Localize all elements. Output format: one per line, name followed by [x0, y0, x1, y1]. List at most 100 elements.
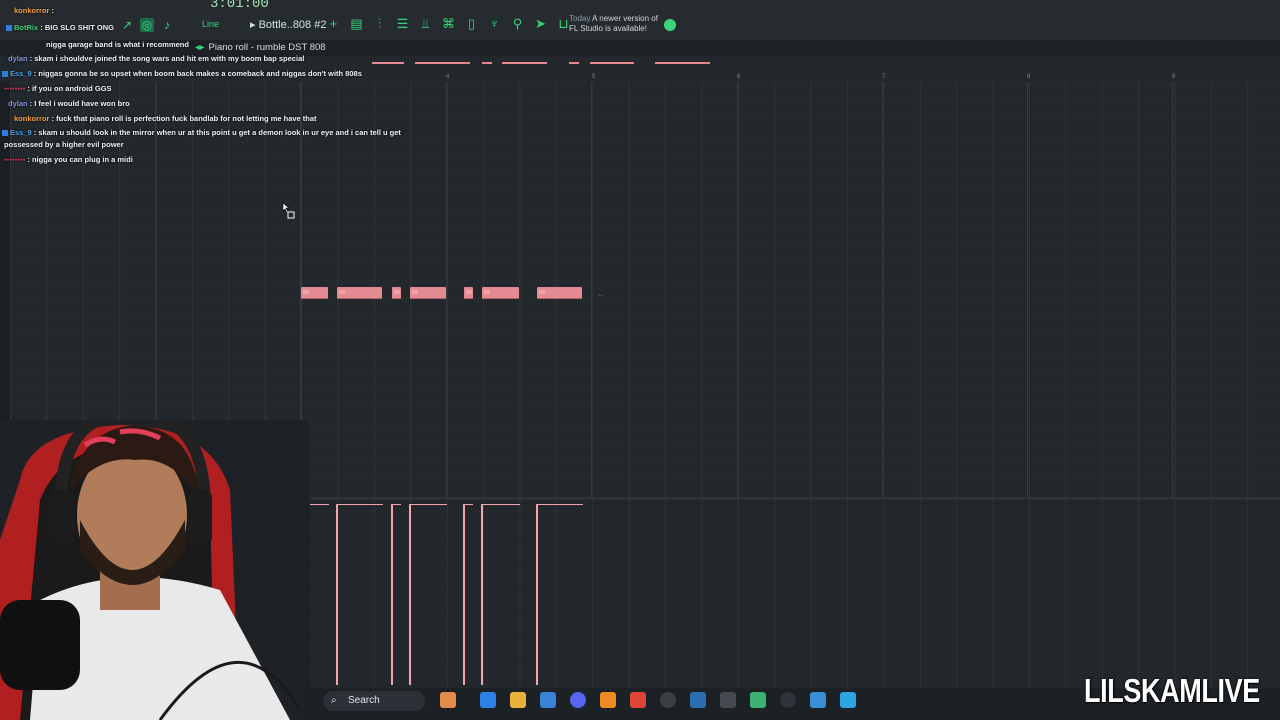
channel-rack-icon[interactable]: ☰ — [395, 16, 410, 31]
link-icon[interactable]: ↗ — [120, 18, 134, 32]
widgets-icon[interactable] — [440, 692, 456, 708]
note[interactable] — [392, 287, 401, 299]
note[interactable] — [410, 287, 446, 299]
note[interactable] — [482, 287, 519, 299]
velocity-bar[interactable] — [391, 504, 401, 685]
chat-text: fuck that piano roll is perfection fuck … — [56, 114, 317, 123]
ruler-marker — [482, 62, 492, 64]
chat-username: dylan — [8, 54, 28, 63]
snap-mode-line[interactable]: Line — [202, 19, 219, 29]
ruler-marker — [372, 62, 404, 64]
plus-icon[interactable]: + — [326, 16, 341, 31]
ghost-note-icon: ⇔ — [597, 290, 605, 299]
bar-number: 7 — [882, 74, 886, 80]
webcam-overlay — [0, 420, 310, 720]
chat-text: possessed by a higher evil power — [4, 140, 124, 149]
piano-roll-title[interactable]: ◂▸ Piano roll - rumble DST 808 — [195, 42, 326, 53]
chat-message: Ess_9 : skam u should look in the mirror… — [2, 128, 401, 138]
fl-studio-icon[interactable] — [600, 692, 616, 708]
pattern-selector[interactable]: ▸ Bottle..808 #2 — [250, 18, 326, 31]
taskbar-search[interactable]: ⌕ Search — [323, 691, 425, 711]
chat-username: Ess_9 — [10, 128, 32, 137]
update-msg-1: A newer version of — [592, 14, 658, 23]
chat-text: niggas gonna be so upset when boom back … — [38, 69, 362, 78]
ruler-marker — [655, 62, 710, 64]
plugin-icon[interactable]: ♆ — [487, 16, 502, 31]
chat-text: I feel i would have won bro — [34, 99, 130, 108]
chat-message: konkorror : — [14, 6, 55, 15]
app-icon[interactable] — [840, 692, 856, 708]
copilot-icon[interactable] — [480, 692, 496, 708]
sub-badge-icon — [2, 71, 8, 78]
sub-badge-icon — [2, 130, 8, 137]
streamer-watermark: LILSKAMLIVE — [1084, 672, 1260, 709]
file-explorer-icon[interactable] — [510, 692, 526, 708]
chat-text: skam i shouldve joined the song wars and… — [34, 54, 305, 63]
pattern-name: Bottle..808 #2 — [258, 19, 327, 31]
chat-message: possessed by a higher evil power — [4, 140, 124, 150]
velocity-bar[interactable] — [409, 504, 447, 685]
velocity-bar[interactable] — [463, 504, 473, 685]
ruler-marker — [415, 62, 470, 64]
note[interactable] — [337, 287, 382, 299]
chat-username: BotRix — [14, 23, 39, 32]
window-arrow-icon: ◂▸ — [195, 42, 205, 53]
bar-number: 8 — [1027, 74, 1031, 80]
update-today: Today — [569, 14, 591, 23]
velocity-bar[interactable] — [536, 504, 583, 685]
chat-text: nigga garage band is what i recommend — [46, 40, 189, 49]
streamer-webcam-image — [0, 420, 310, 720]
fader-icon[interactable]: ⫫ — [418, 16, 433, 31]
ruler-marker — [569, 62, 579, 64]
search-label: Search — [348, 695, 380, 706]
chat-message: ▪▪▪▪▪▪▪▪ : if you on android GGS — [4, 84, 112, 93]
chat-username: ▪▪▪▪▪▪▪▪ — [4, 84, 26, 93]
note[interactable] — [464, 287, 473, 299]
update-notification[interactable]: Today A newer version of FL Studio is av… — [569, 14, 658, 34]
chat-username: dylan — [8, 99, 28, 108]
note[interactable] — [537, 287, 582, 299]
chat-message: BotRix : BIG SLG SHIT ONG — [6, 23, 114, 33]
tree-icon[interactable]: ⌘ — [441, 16, 456, 31]
bar-number: 4 — [446, 74, 450, 80]
ruler-marker — [502, 62, 547, 64]
song-time-display: 3:01:00 — [210, 0, 269, 12]
steam-icon[interactable] — [690, 692, 706, 708]
app-icon[interactable] — [750, 692, 766, 708]
bell-icon[interactable]: ♪ — [160, 18, 174, 32]
discord-icon[interactable] — [570, 692, 586, 708]
chat-username: ▪▪▪▪▪▪▪▪ — [4, 155, 26, 164]
chat-message: nigga garage band is what i recommend — [46, 40, 189, 50]
bar-number: 6 — [737, 74, 741, 80]
fl-toolbar: 3:01:00 ↗ ◎ ♪ Line ▸ Bottle..808 #2 + ▤ … — [0, 0, 1280, 40]
app-icon[interactable] — [720, 692, 736, 708]
magnet-icon[interactable]: ◎ — [140, 18, 154, 32]
obs-icon[interactable] — [660, 692, 676, 708]
4k-icon[interactable] — [780, 692, 796, 708]
tool-icons: + ▤ ⫶ ☰ ⫫ ⌘ ▯ ♆ ⚲ ➤ ⊔ — [326, 16, 571, 31]
arrow-icon[interactable]: ➤ — [533, 16, 548, 31]
chat-message: konkorror : fuck that piano roll is perf… — [14, 114, 317, 123]
note[interactable] — [301, 287, 328, 299]
chat-message: dylan : I feel i would have won bro — [8, 99, 130, 108]
store-icon[interactable] — [540, 692, 556, 708]
mixer-icon[interactable]: ⫶ — [372, 16, 387, 31]
update-msg-2: FL Studio is available! — [569, 24, 647, 33]
velocity-bar[interactable] — [336, 504, 383, 685]
bar-number: 9 — [1172, 74, 1176, 80]
notepad-icon[interactable] — [810, 692, 826, 708]
pattern-arrow-icon: ▸ — [250, 19, 259, 31]
cable-icon[interactable]: ⚲ — [510, 16, 525, 31]
ruler-marker — [590, 62, 634, 64]
sub-badge-icon — [6, 25, 12, 32]
velocity-bar[interactable] — [481, 504, 520, 685]
brave-icon[interactable] — [630, 692, 646, 708]
chat-message: Ess_9 : niggas gonna be so upset when bo… — [2, 69, 362, 79]
page-icon[interactable]: ▯ — [464, 16, 479, 31]
globe-icon[interactable] — [664, 19, 676, 31]
chat-username: Ess_9 — [10, 69, 32, 78]
chat-username: konkorror — [14, 6, 50, 15]
chat-text: skam u should look in the mirror when ur… — [38, 128, 401, 137]
playlist-icon[interactable]: ▤ — [349, 16, 364, 31]
mouse-cursor-icon — [282, 202, 295, 219]
